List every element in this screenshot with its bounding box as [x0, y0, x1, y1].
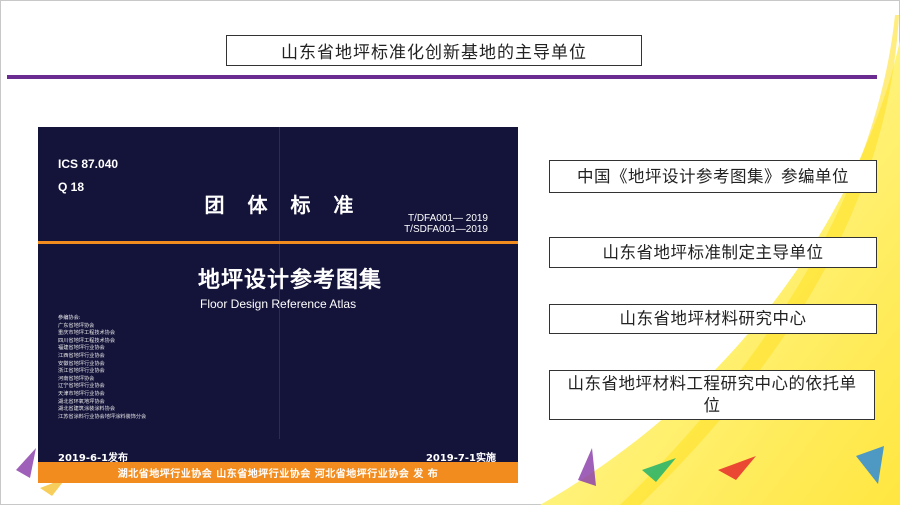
contributor-item: 湖北省建筑涂装涂料协会	[58, 406, 116, 413]
contributor-item: 参编协会:	[58, 315, 81, 321]
ics-code: ICS 87.040	[58, 157, 119, 171]
contributor-item: 江西省地坪行业协会	[58, 352, 105, 359]
contributor-item: 天津市地坪行业协会	[58, 390, 105, 397]
role-box-research-center: 山东省地坪材料研究中心	[549, 304, 877, 334]
standard-code-2: T/SDFA001—2019	[404, 224, 488, 235]
standard-type: 团 体 标 准	[204, 193, 362, 217]
triangle-purple-left	[16, 448, 36, 478]
publisher-bar: 湖北省地坪行业协会 山东省地坪行业协会 河北省地坪行业协会 发 布	[38, 462, 518, 483]
role-box-atlas-contributor: 中国《地坪设计参考图集》参编单位	[549, 160, 877, 193]
role-box-engineering-center: 山东省地坪材料工程研究中心的依托单位	[549, 370, 875, 420]
cover-orange-rule	[38, 241, 518, 244]
contributor-item: 辽宁省地坪行业协会	[58, 383, 105, 390]
contributor-item: 湖北省环氧地坪协会	[58, 398, 105, 405]
contributor-item: 重庆市地坪工程技术协会	[58, 330, 116, 337]
standard-cover-image: ICS 87.040 Q 18 团 体 标 准 T/DFA001— 2019 T…	[38, 127, 518, 483]
cover-title-cn: 地坪设计参考图集	[198, 268, 383, 293]
contributor-item: 浙江省地坪行业协会	[58, 368, 105, 375]
contributor-item: 福建省地坪行业协会	[58, 345, 105, 352]
q-code: Q 18	[58, 180, 85, 194]
cover-title-en: Floor Design Reference Atlas	[200, 297, 357, 311]
role-box-standard-lead: 山东省地坪标准制定主导单位	[549, 237, 877, 268]
standard-code-1: T/DFA001— 2019	[407, 213, 488, 224]
title-divider	[7, 75, 877, 79]
contributor-list: 参编协会: 广东省地坪协会 重庆市地坪工程技术协会 四川省地坪工程技术协会 福建…	[58, 315, 146, 421]
slide-title: 山东省地坪标准化创新基地的主导单位	[226, 35, 642, 66]
contributor-item: 江苏省涂料行业协会地坪涂料装饰分会	[58, 413, 147, 420]
